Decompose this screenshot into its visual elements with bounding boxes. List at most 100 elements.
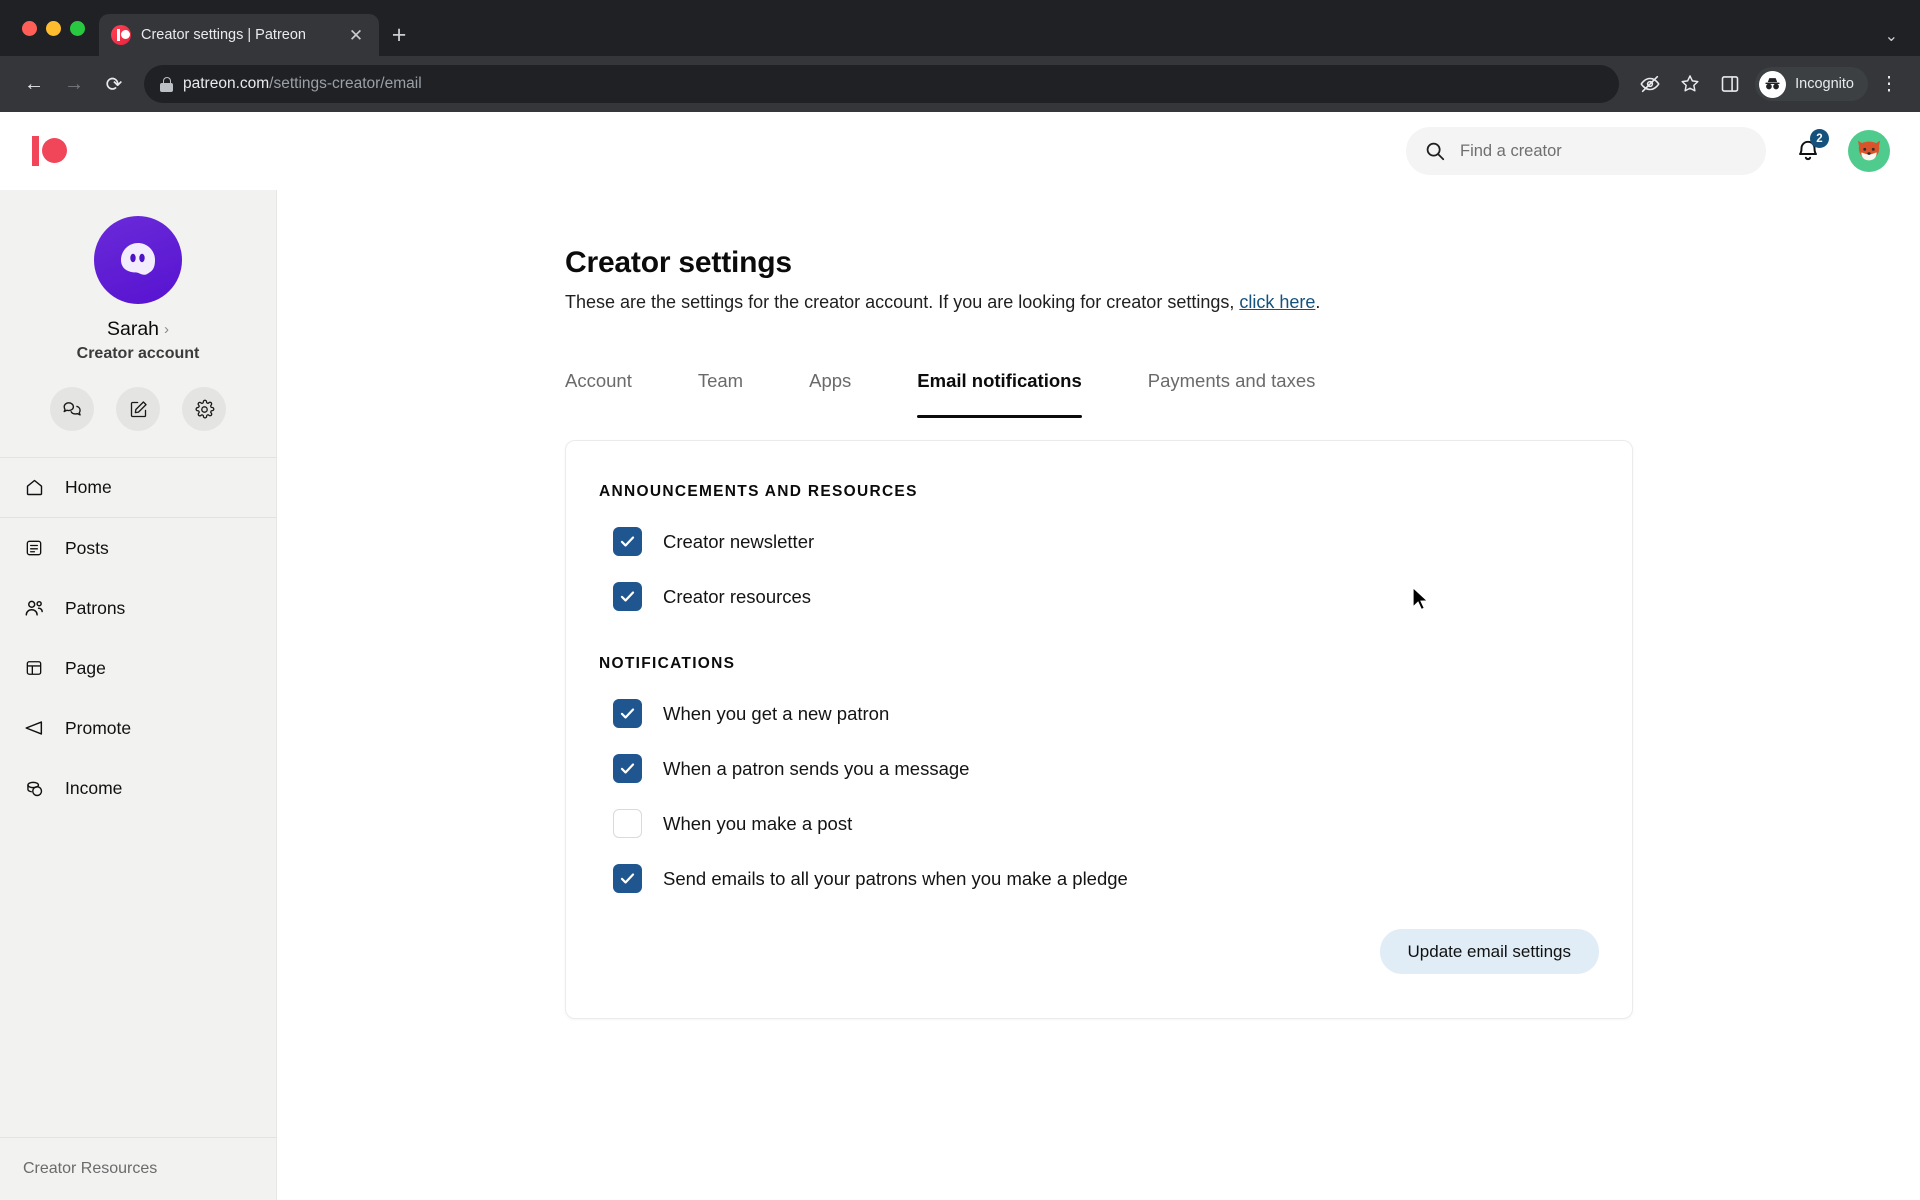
page-icon bbox=[23, 657, 45, 679]
chrome-menu-icon[interactable]: ⋮ bbox=[1874, 73, 1904, 96]
new-tab-button[interactable]: + bbox=[379, 14, 419, 56]
create-post-button[interactable] bbox=[116, 387, 160, 431]
checkbox-row[interactable]: Send emails to all your patrons when you… bbox=[566, 864, 1632, 893]
checkbox-label: When you get a new patron bbox=[663, 702, 890, 724]
check-icon bbox=[620, 708, 635, 719]
page-title: Creator settings bbox=[565, 246, 792, 279]
main-content: Creator settings These are the settings … bbox=[277, 190, 1920, 1200]
income-icon bbox=[23, 777, 45, 799]
checkbox-row[interactable]: Creator resources bbox=[566, 582, 1632, 611]
checkbox-creator-resources[interactable] bbox=[613, 582, 642, 611]
sidebar-item-page[interactable]: Page bbox=[0, 638, 276, 698]
sidebar-item-promote[interactable]: Promote bbox=[0, 698, 276, 758]
search-input[interactable]: Find a creator bbox=[1406, 127, 1766, 175]
checkbox-row[interactable]: When a patron sends you a message bbox=[566, 754, 1632, 783]
chevron-right-icon: › bbox=[164, 321, 170, 338]
compose-icon bbox=[130, 400, 147, 417]
sidebar-item-home[interactable]: Home bbox=[0, 458, 276, 518]
bookmark-star-icon[interactable] bbox=[1673, 67, 1707, 101]
profile-role: Creator account bbox=[76, 345, 200, 362]
check-icon bbox=[620, 763, 635, 774]
update-email-settings-button[interactable]: Update email settings bbox=[1379, 929, 1599, 974]
card-actions: Update email settings bbox=[566, 929, 1632, 974]
section-title-announcements: ANNOUNCEMENTS AND RESOURCES bbox=[599, 483, 918, 500]
address-bar[interactable]: patreon.com/settings-creator/email bbox=[144, 65, 1620, 103]
patreon-logo-icon[interactable] bbox=[32, 136, 68, 166]
site-header: Find a creator 2 bbox=[0, 112, 1920, 190]
tab-account[interactable]: Account bbox=[565, 370, 632, 418]
checkbox-row[interactable]: When you get a new patron bbox=[566, 699, 1632, 728]
sidebar-footer-link[interactable]: Creator Resources bbox=[0, 1137, 276, 1200]
settings-button[interactable] bbox=[182, 387, 226, 431]
sidebar-item-label: Page bbox=[65, 657, 106, 678]
email-settings-card: ANNOUNCEMENTS AND RESOURCES Creator news… bbox=[565, 440, 1633, 1019]
profile-name[interactable]: Sarah › bbox=[107, 318, 169, 341]
sidebar-quick-actions bbox=[50, 387, 226, 431]
forward-button[interactable]: → bbox=[56, 66, 92, 102]
sidebar-item-label: Home bbox=[65, 477, 112, 497]
sidebar-item-income[interactable]: Income bbox=[0, 758, 276, 818]
chat-bubbles-icon bbox=[63, 402, 81, 416]
url-domain: patreon.com bbox=[183, 75, 270, 92]
checkbox-send-emails-pledge[interactable] bbox=[613, 864, 642, 893]
side-panel-icon[interactable] bbox=[1713, 67, 1747, 101]
messages-button[interactable] bbox=[50, 387, 94, 431]
window-traffic-lights bbox=[14, 0, 99, 56]
checkbox-label: Creator resources bbox=[663, 585, 812, 607]
browser-tab[interactable]: Creator settings | Patreon ✕ bbox=[99, 14, 379, 56]
back-button[interactable]: ← bbox=[16, 66, 52, 102]
close-tab-icon[interactable]: ✕ bbox=[345, 27, 367, 44]
avatar[interactable] bbox=[1848, 130, 1890, 172]
checkbox-label: When a patron sends you a message bbox=[663, 757, 970, 779]
check-icon bbox=[620, 536, 635, 547]
checkbox-patron-message[interactable] bbox=[613, 754, 642, 783]
page-body: Sarah › Creator account Home Posts Patro… bbox=[0, 190, 1920, 1200]
checkbox-label: Creator newsletter bbox=[663, 530, 815, 552]
reload-button[interactable]: ⟳ bbox=[96, 66, 132, 102]
checkbox-make-a-post[interactable] bbox=[613, 809, 642, 838]
minimize-window-button[interactable] bbox=[46, 20, 61, 36]
sidebar-nav: Home Posts Patrons Page Promote Income bbox=[0, 458, 276, 818]
checkbox-label: When you make a post bbox=[663, 812, 853, 834]
tab-title: Creator settings | Patreon bbox=[141, 27, 306, 43]
checkbox-row[interactable]: Creator newsletter bbox=[566, 527, 1632, 556]
sidebar-item-label: Patrons bbox=[65, 597, 126, 618]
page-subtitle: These are the settings for the creator a… bbox=[565, 292, 1625, 313]
profile-name-text: Sarah bbox=[106, 318, 160, 340]
checkbox-new-patron[interactable] bbox=[613, 699, 642, 728]
subtitle-prefix: These are the settings for the creator a… bbox=[565, 292, 1240, 312]
close-window-button[interactable] bbox=[22, 20, 37, 36]
sidebar-item-posts[interactable]: Posts bbox=[0, 518, 276, 578]
tab-team[interactable]: Team bbox=[698, 370, 743, 418]
posts-icon bbox=[23, 537, 45, 559]
profile-chip[interactable]: Incognito bbox=[1755, 67, 1868, 101]
sidebar-item-patrons[interactable]: Patrons bbox=[0, 578, 276, 638]
tab-payments-and-taxes[interactable]: Payments and taxes bbox=[1148, 370, 1316, 418]
notifications-button[interactable]: 2 bbox=[1788, 129, 1829, 171]
checkbox-creator-newsletter[interactable] bbox=[613, 527, 642, 556]
ghost-avatar-icon[interactable] bbox=[94, 216, 182, 304]
click-here-link[interactable]: click here bbox=[1239, 292, 1315, 312]
browser-tabstrip: Creator settings | Patreon ✕ + ⌄ bbox=[0, 0, 1920, 56]
sidebar-item-label: Promote bbox=[65, 717, 132, 738]
patreon-favicon-icon bbox=[111, 25, 131, 45]
web-page: Find a creator 2 Sarah › Creator account… bbox=[0, 112, 1920, 1200]
notification-count-badge: 2 bbox=[1810, 129, 1829, 148]
maximize-window-button[interactable] bbox=[70, 20, 85, 36]
checkbox-row[interactable]: When you make a post bbox=[566, 809, 1632, 838]
section-title-notifications: NOTIFICATIONS bbox=[599, 655, 736, 672]
sidebar-item-label: Posts bbox=[65, 537, 109, 558]
tab-email-notifications[interactable]: Email notifications bbox=[917, 370, 1083, 418]
tab-apps[interactable]: Apps bbox=[809, 370, 851, 418]
profile-label: Incognito bbox=[1795, 76, 1854, 92]
toolbar-icons: Incognito ⋮ bbox=[1633, 67, 1904, 101]
gear-icon bbox=[195, 399, 214, 418]
home-icon bbox=[23, 477, 45, 499]
lock-icon bbox=[160, 76, 173, 92]
browser-window: Creator settings | Patreon ✕ + ⌄ ← → ⟳ p… bbox=[0, 0, 1920, 1200]
search-placeholder: Find a creator bbox=[1460, 141, 1562, 160]
eye-slash-icon[interactable] bbox=[1633, 67, 1667, 101]
tab-search-icon[interactable]: ⌄ bbox=[1885, 26, 1898, 46]
sidebar-item-label: Income bbox=[65, 777, 123, 798]
promote-icon bbox=[23, 717, 45, 739]
